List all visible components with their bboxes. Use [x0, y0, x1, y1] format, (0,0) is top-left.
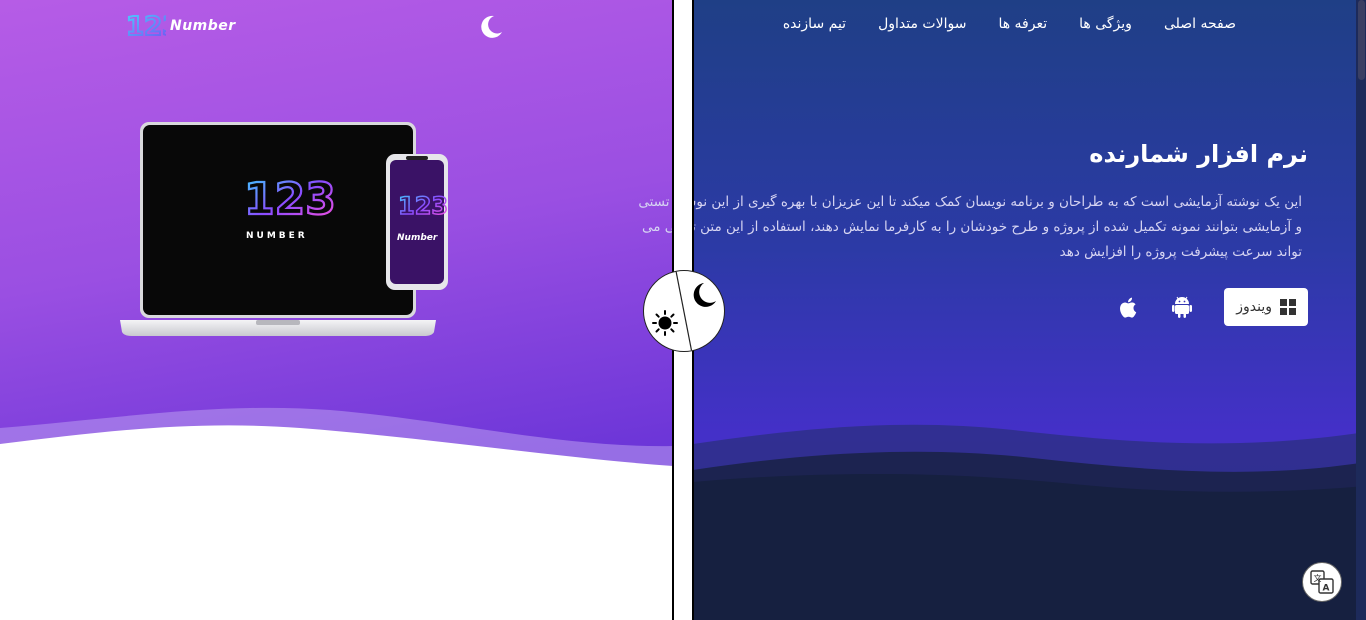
page-scrollbar[interactable]: [1356, 0, 1366, 620]
windows-icon: [1280, 299, 1296, 315]
svg-text:123: 123: [244, 174, 336, 225]
hero-description: این یک نوشته آزمایشی است که به طراحان و …: [638, 194, 1302, 260]
nav-item-home[interactable]: صفحه اصلی: [1164, 16, 1236, 32]
hero-title: نرم افزار شمارنده: [1089, 140, 1308, 168]
moon-icon: [693, 283, 716, 307]
android-icon: [1172, 296, 1193, 318]
logo-text: Number: [170, 18, 236, 34]
android-download-button[interactable]: [1170, 295, 1194, 319]
translate-icon: 文 A: [1310, 570, 1334, 594]
windows-download-label: ویندوز: [1236, 299, 1272, 315]
translate-button[interactable]: 文 A: [1302, 562, 1342, 602]
svg-text:123: 123: [126, 12, 166, 40]
apple-icon: [1120, 297, 1137, 318]
scrollbar-thumb[interactable]: [1358, 0, 1365, 80]
download-buttons: ویندوز: [1116, 288, 1308, 326]
logo-mark-icon: 123: [126, 12, 166, 40]
nav-item-pricing[interactable]: تعرفه ها: [998, 16, 1047, 32]
sun-icon: [652, 310, 678, 336]
light-theme-preview: 123 Number 123 NUMBER 123 Number: [0, 0, 673, 620]
svg-text:123: 123: [398, 192, 448, 220]
laptop-screen-text: NUMBER: [246, 231, 308, 241]
svg-text:A: A: [1323, 584, 1330, 594]
brand-logo[interactable]: 123 Number: [126, 12, 236, 40]
theme-toggle-button[interactable]: [643, 270, 725, 352]
main-nav: صفحه اصلی ویژگی ها تعرفه ها سوالات متداو…: [783, 16, 1236, 32]
moon-icon[interactable]: [478, 14, 504, 40]
phone-screen-text: Number: [397, 233, 438, 243]
nav-item-features[interactable]: ویژگی ها: [1079, 16, 1132, 32]
nav-item-faq[interactable]: سوالات متداول: [878, 16, 966, 32]
theme-toggle-graphic: [652, 271, 716, 351]
apple-download-button[interactable]: [1116, 295, 1140, 319]
nav-item-team[interactable]: تیم سازنده: [783, 16, 846, 32]
devices-illustration: 123 NUMBER 123 Number: [120, 122, 449, 336]
svg-text:文: 文: [1314, 573, 1322, 583]
windows-download-button[interactable]: ویندوز: [1224, 288, 1308, 326]
